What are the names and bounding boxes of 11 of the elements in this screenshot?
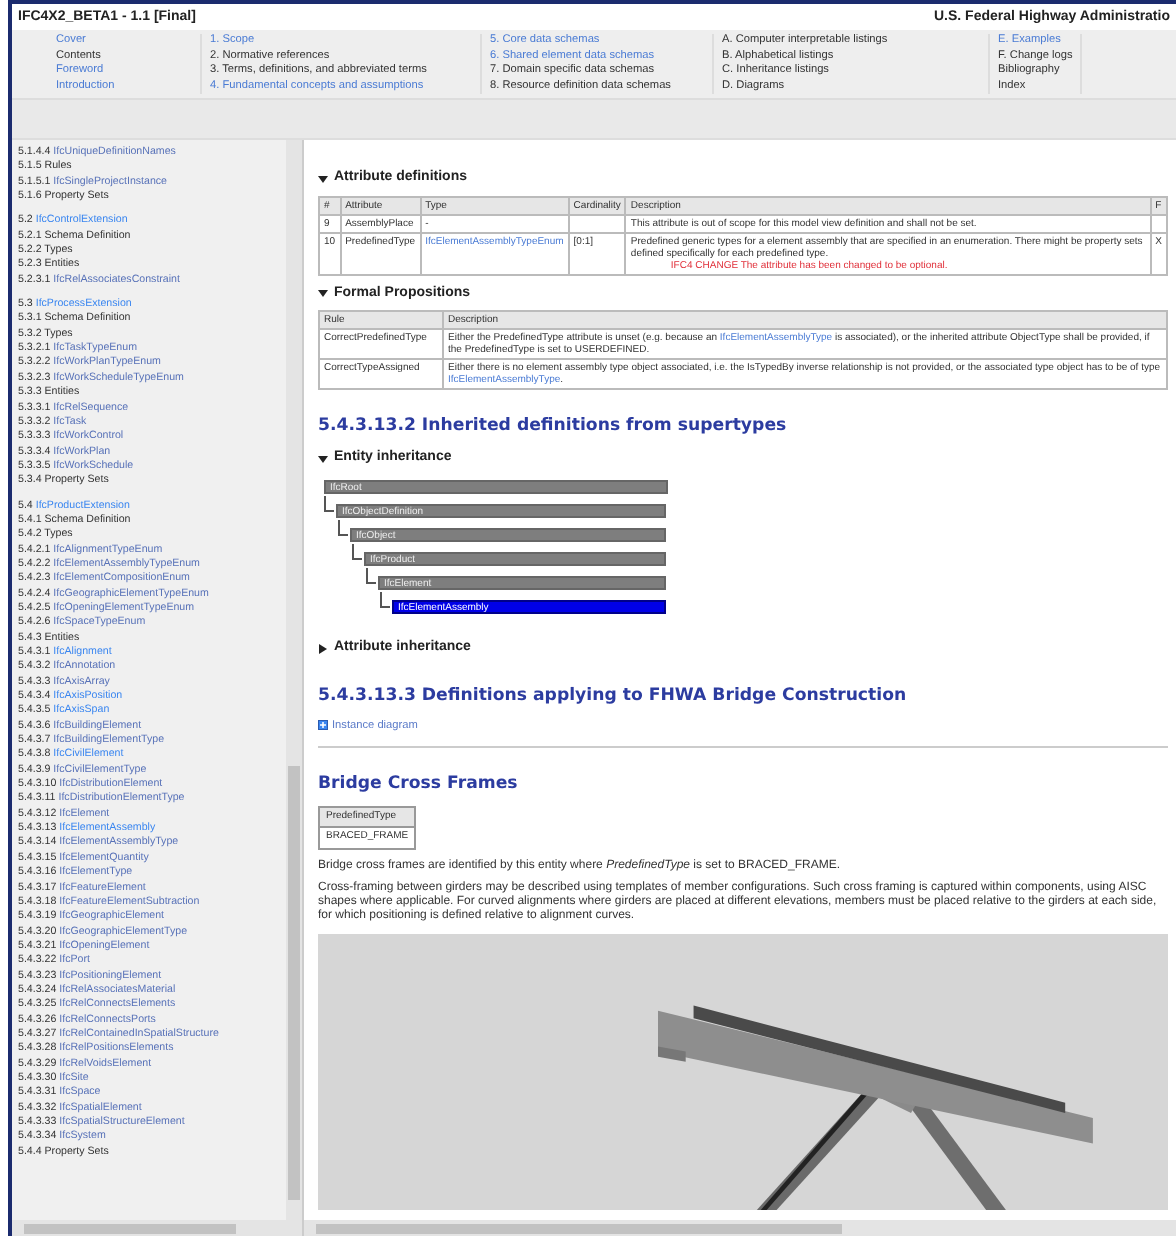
section-heading: 5.4.3.13.3 Definitions applying to FHWA Bridge Construction [318, 683, 909, 710]
caret-down-icon[interactable] [318, 453, 328, 464]
caret-down-icon[interactable] [318, 173, 328, 184]
caret-down-icon[interactable] [318, 288, 328, 299]
caret-right-icon[interactable] [318, 644, 328, 655]
vertical-scrollbar[interactable] [286, 140, 302, 1220]
expand-icon[interactable] [318, 720, 328, 731]
subsection-heading: Bridge Cross Frames [318, 771, 520, 798]
section-heading: 5.4.3.13.2 Inherited definitions from supertypes [318, 414, 789, 440]
horizontal-scrollbar[interactable] [12, 1220, 302, 1236]
horizontal-scrollbar[interactable] [304, 1220, 1176, 1236]
